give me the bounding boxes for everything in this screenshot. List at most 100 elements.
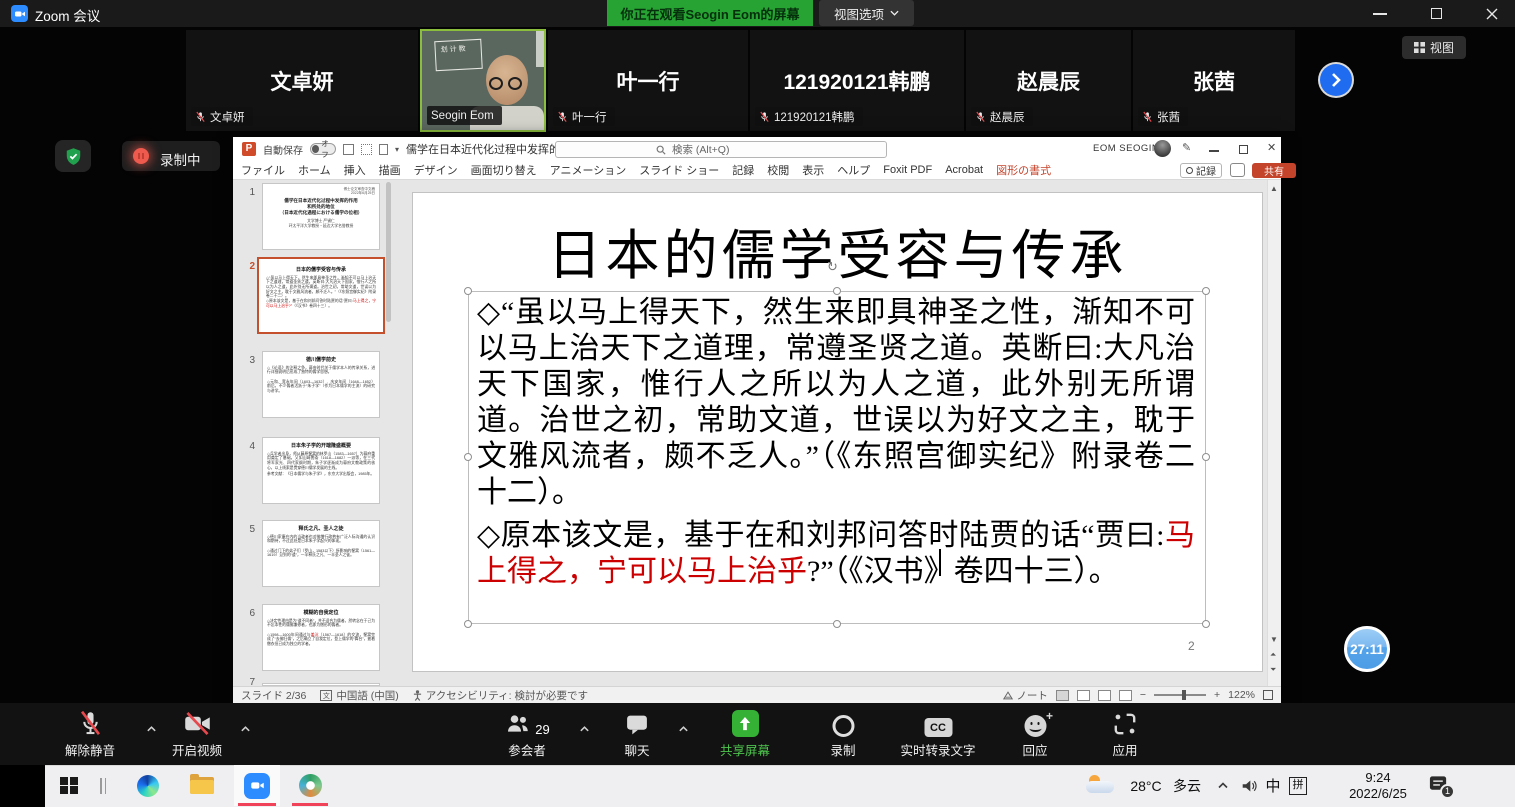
video-tile[interactable]: 叶一行 叶一行 xyxy=(548,30,748,131)
slide-thumbnail-1[interactable]: 博士论文审查中文稿 2022年6月25日 儒学在日本近代化过程中发挥的作用 和所… xyxy=(262,183,380,250)
reading-view-icon[interactable] xyxy=(1098,690,1111,701)
zoom-out-icon[interactable]: − xyxy=(1140,689,1146,701)
unmute-button[interactable]: 解除静音 xyxy=(65,703,115,765)
ppt-share-button[interactable]: 共有 xyxy=(1252,163,1296,178)
thumbnail-scrollbar[interactable] xyxy=(386,182,391,322)
minimize-icon[interactable] xyxy=(1373,13,1387,15)
selection-handle[interactable] xyxy=(1202,287,1210,295)
tab-animations[interactable]: アニメーション xyxy=(550,162,627,178)
selection-handle[interactable] xyxy=(464,287,472,295)
notes-button[interactable]: ノート xyxy=(1003,688,1048,703)
weather-temp[interactable]: 28°C xyxy=(1122,765,1170,806)
ime-language[interactable]: 中 xyxy=(1262,765,1284,806)
tab-shape-format[interactable]: 図形の書式 xyxy=(996,162,1051,178)
ev-app-icon[interactable] xyxy=(288,765,332,806)
slide-canvas[interactable]: 日本的儒学受容与传承 ◇“虽以马上得天下，然生来即具神圣之性，渐知不可以马上治天… xyxy=(412,192,1263,672)
file-explorer-icon[interactable] xyxy=(182,765,222,806)
ppt-record-button[interactable]: 記録 xyxy=(1180,163,1222,178)
ime-mode[interactable]: 拼 xyxy=(1286,765,1310,806)
video-tile[interactable]: 赵晨辰 赵晨辰 xyxy=(966,30,1131,131)
speaker-icon[interactable] xyxy=(1238,765,1260,806)
next-slide-icon[interactable]: ⏷ xyxy=(1270,665,1276,675)
slide-thumbnail-3[interactable]: 德川儒学前史 ◇《论语》的注释之争，幕府时代关于儒学本人的传承关系，进行详细说明… xyxy=(262,351,380,418)
video-options-chevron[interactable] xyxy=(240,720,251,738)
language-label[interactable]: 中国語 (中国) xyxy=(336,688,398,703)
tab-review[interactable]: 校閲 xyxy=(767,162,789,178)
notification-center-icon[interactable]: 1 xyxy=(1428,774,1449,799)
slide-thumbnail-2-selected[interactable]: 日本的儒学受容与传承 ◇“虽以马上得天下，然生来即具神圣之性，渐知不可以马上治天… xyxy=(257,257,385,334)
participants-chevron[interactable] xyxy=(579,720,590,738)
view-layout-button[interactable]: 视图 xyxy=(1402,36,1466,59)
ppt-close-icon[interactable]: ✕ xyxy=(1267,141,1276,154)
zoom-slider[interactable] xyxy=(1154,694,1206,696)
live-transcript-button[interactable]: CC 实时转录文字 xyxy=(900,703,975,765)
weather-icon[interactable] xyxy=(1084,765,1116,806)
record-button[interactable]: 录制 xyxy=(830,703,855,765)
tab-draw[interactable]: 描画 xyxy=(379,162,401,178)
fit-slide-icon[interactable] xyxy=(1263,690,1273,700)
slide-thumbnail-4[interactable]: 日本朱子学的开端隆盛概要 ◇兵学者出身，师从藤原惺窝的林罗山（1583—1657… xyxy=(262,437,380,504)
selection-handle[interactable] xyxy=(464,620,472,628)
tab-slideshow[interactable]: スライド ショー xyxy=(639,162,719,178)
new-slide-icon[interactable] xyxy=(379,144,388,155)
autosave-toggle[interactable]: オフ xyxy=(310,143,336,155)
slide-thumbnail-6[interactable]: 模糊的自我定位 ◇决定性理由是为“道不同者”，并不适合为儒者。然转念在于己为不忘… xyxy=(262,604,380,671)
ppt-restore-icon[interactable] xyxy=(1239,145,1248,154)
qat-dropdown-icon[interactable]: ▾ xyxy=(395,145,399,154)
tab-record[interactable]: 記録 xyxy=(732,162,754,178)
search-input[interactable]: 検索 (Alt+Q) xyxy=(555,141,887,158)
selection-handle[interactable] xyxy=(1202,620,1210,628)
selection-handle[interactable] xyxy=(833,620,841,628)
avatar[interactable] xyxy=(1154,140,1171,157)
ppt-minimize-icon[interactable] xyxy=(1209,150,1219,152)
video-tile[interactable]: 张茜 张茜 xyxy=(1133,30,1295,131)
scroll-down-icon[interactable]: ▼ xyxy=(1270,635,1278,644)
selection-handle[interactable] xyxy=(1202,453,1210,461)
chat-chevron[interactable] xyxy=(678,720,689,738)
zoom-slider-thumb[interactable] xyxy=(1182,690,1186,700)
apps-button[interactable]: 应用 xyxy=(1112,703,1138,765)
taskbar-clock[interactable]: 9:24 2022/6/25 xyxy=(1328,770,1428,802)
tab-acrobat[interactable]: Acrobat xyxy=(945,164,983,176)
slide-sorter-icon[interactable] xyxy=(1077,690,1090,701)
tab-transitions[interactable]: 画面切り替え xyxy=(471,162,537,178)
security-shield-button[interactable] xyxy=(55,140,91,172)
hidden-icons-chevron[interactable] xyxy=(1214,765,1232,806)
slideshow-icon[interactable] xyxy=(1119,690,1132,701)
video-tile-active-speaker[interactable]: 划计敎 Seogin Eom xyxy=(420,29,546,132)
previous-slide-icon[interactable]: ⏶ xyxy=(1270,650,1276,660)
restore-icon[interactable] xyxy=(1431,8,1442,19)
share-screen-button[interactable]: 共享屏幕 xyxy=(720,703,770,765)
zoom-level[interactable]: 122% xyxy=(1228,689,1255,701)
next-participants-button[interactable] xyxy=(1320,64,1352,96)
print-icon[interactable] xyxy=(361,144,372,155)
selection-handle[interactable] xyxy=(833,287,841,295)
tab-view[interactable]: 表示 xyxy=(802,162,824,178)
start-button[interactable] xyxy=(52,765,86,806)
scroll-up-icon[interactable]: ▲ xyxy=(1270,184,1278,193)
view-options-button[interactable]: 视图选项 xyxy=(819,0,914,26)
video-tile[interactable]: 文卓妍 文卓妍 xyxy=(186,30,418,131)
selection-handle[interactable] xyxy=(464,453,472,461)
floating-timer[interactable]: 27:11 xyxy=(1344,626,1390,672)
tab-design[interactable]: デザイン xyxy=(414,162,458,178)
rotate-handle[interactable]: ↻ xyxy=(827,259,838,275)
zoom-in-icon[interactable]: + xyxy=(1214,689,1220,701)
normal-view-icon[interactable] xyxy=(1056,690,1069,701)
tab-file[interactable]: ファイル xyxy=(241,162,285,178)
slide-scrollbar[interactable] xyxy=(1267,180,1281,686)
tab-insert[interactable]: 挿入 xyxy=(344,162,366,178)
participants-button[interactable]: 29 参会者 xyxy=(504,703,549,765)
edge-browser-icon[interactable] xyxy=(128,765,168,806)
pen-icon[interactable]: ✎ xyxy=(1182,141,1191,154)
slide-thumbnail-5[interactable]: 释氏之凡、圣人之徒 ◇德川家康在内的当政者也对佛僧行政抱有广泛人际沟通的认识和期… xyxy=(262,520,380,587)
slide-body-text[interactable]: ◇“虽以马上得天下，然生来即具神圣之性，渐知不可以马上治天下之道理，常遵圣贤之道… xyxy=(477,295,1195,590)
video-tile[interactable]: 121920121韩鹏 121920121韩鹏 xyxy=(750,30,964,131)
reactions-button[interactable]: + 回应 xyxy=(1022,703,1047,765)
tab-help[interactable]: ヘルプ xyxy=(837,162,870,178)
tab-home[interactable]: ホーム xyxy=(298,162,331,178)
save-icon[interactable] xyxy=(343,144,354,155)
close-icon[interactable] xyxy=(1486,7,1498,25)
tab-foxit[interactable]: Foxit PDF xyxy=(883,164,932,176)
accessibility-status[interactable]: アクセシビリティ: 検討が必要です xyxy=(426,688,588,703)
